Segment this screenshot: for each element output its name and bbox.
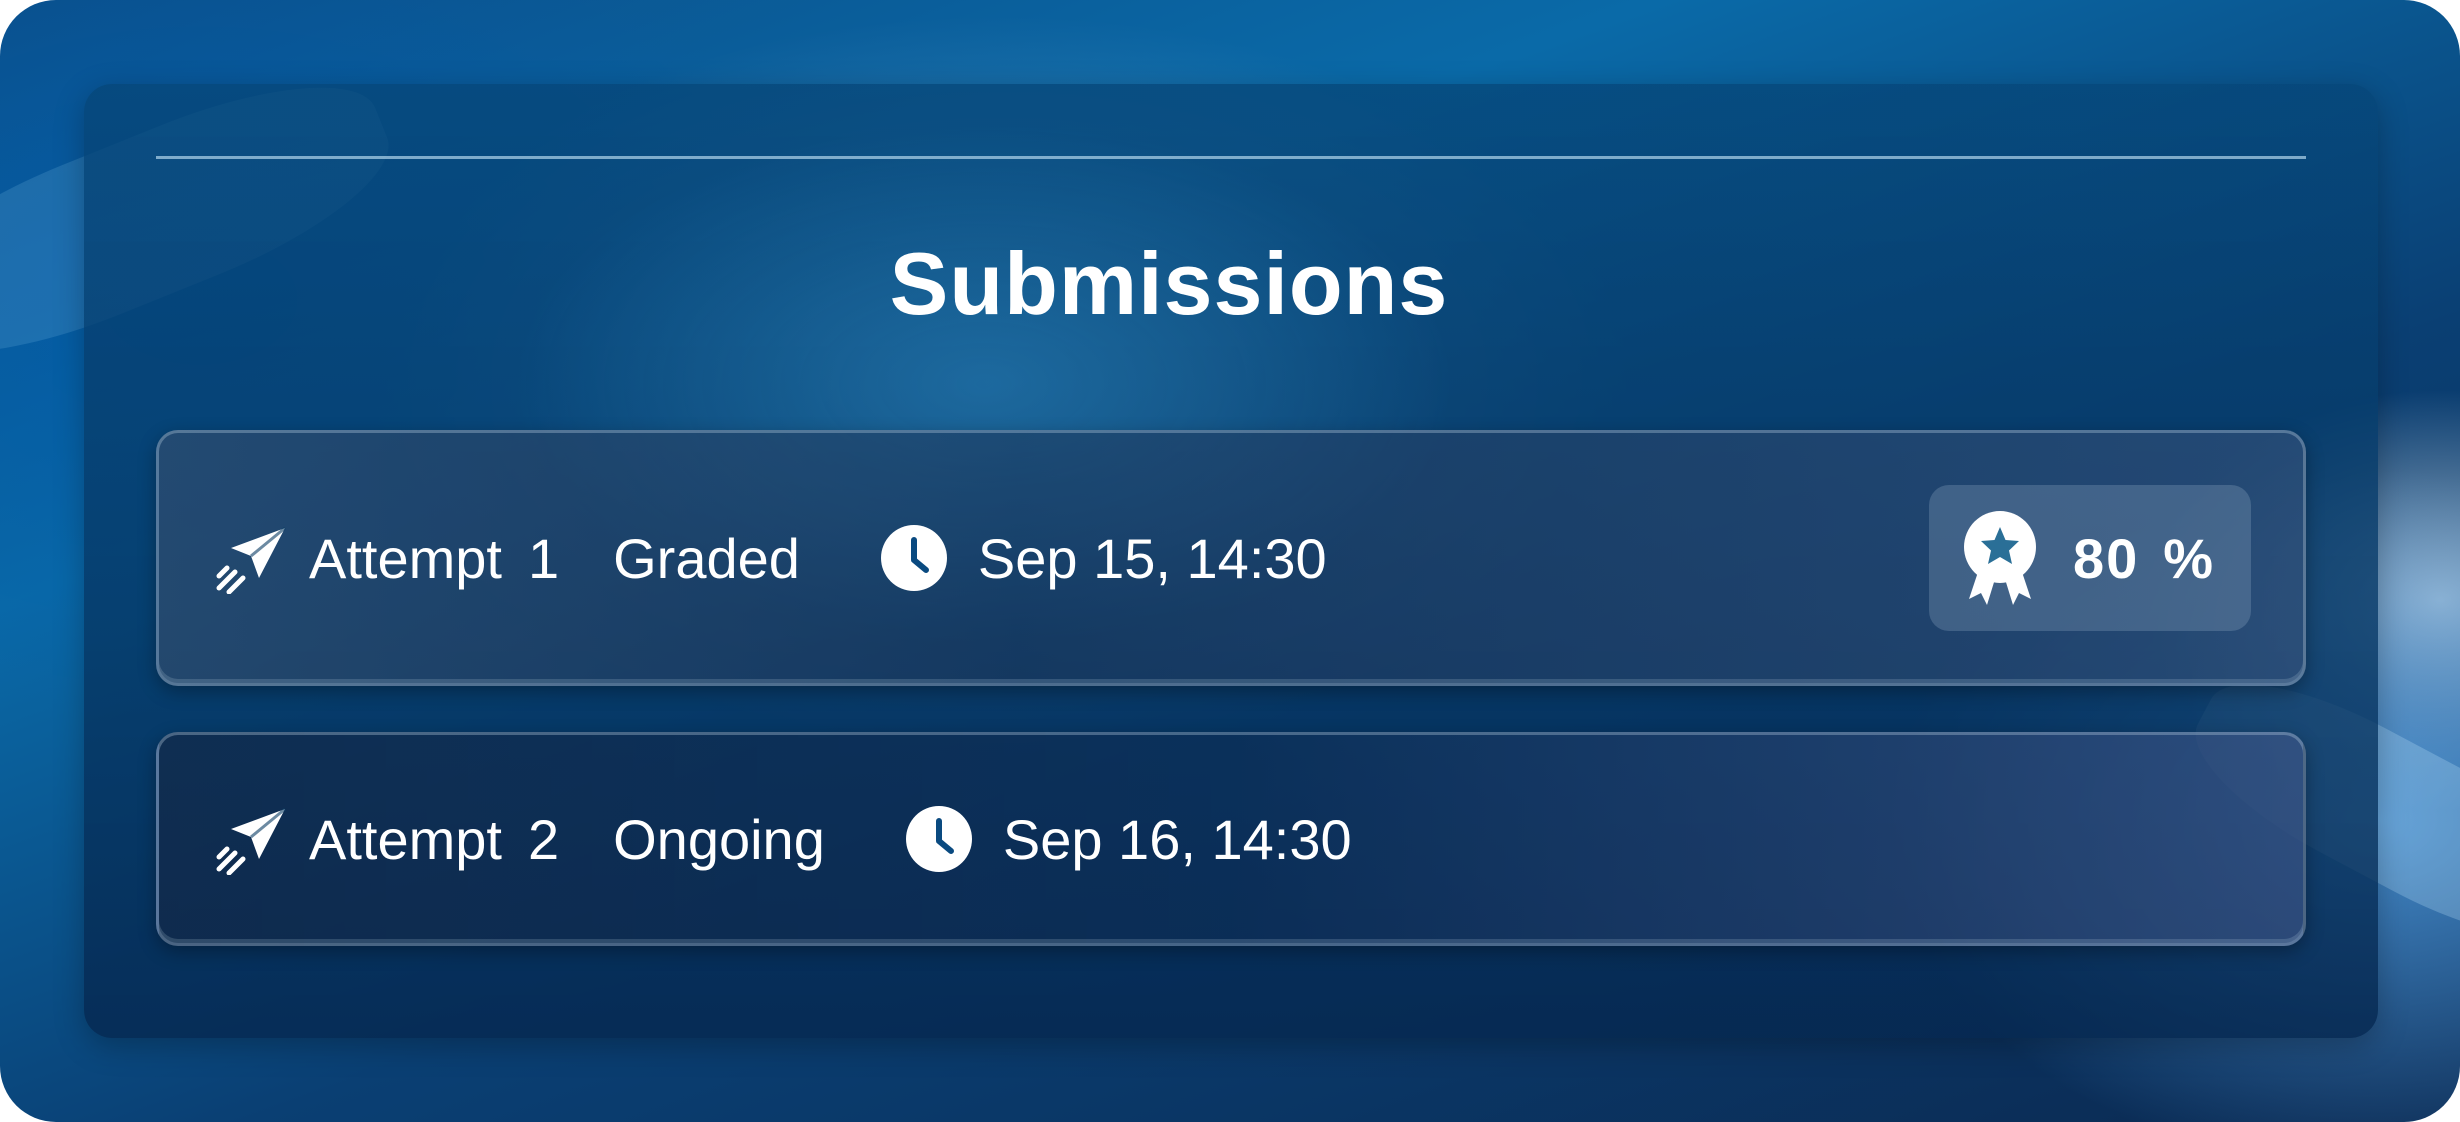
score-badge: 80%	[1929, 485, 2251, 631]
submission-timestamp: Sep 16, 14:30	[1002, 807, 1352, 871]
app-window: Submissions Attempt 1 Graded Sep 15, 14:…	[0, 0, 2460, 1122]
attempt-number: 1	[527, 526, 560, 590]
paper-plane-send-icon	[216, 526, 286, 594]
submissions-panel: Submissions Attempt 1 Graded Sep 15, 14:…	[84, 84, 2378, 1038]
attempt-label: Attempt	[309, 526, 502, 590]
page-title: Submissions	[84, 234, 2374, 334]
score-unit: %	[2163, 526, 2216, 590]
attempt-number: 2	[527, 807, 560, 871]
award-ribbon-icon	[1964, 511, 2036, 605]
divider	[156, 156, 2306, 159]
clock-icon	[905, 806, 972, 872]
status-text: Ongoing	[613, 807, 825, 871]
submission-row: Attempt 2 Ongoing Sep 16, 14:30	[159, 735, 2303, 943]
page-title-text: Submissions	[889, 234, 1449, 333]
clock-icon	[880, 525, 947, 591]
submission-card-2[interactable]: Attempt 2 Ongoing Sep 16, 14:30	[156, 732, 2306, 946]
paper-plane-send-icon	[216, 807, 286, 875]
status-text: Graded	[613, 526, 800, 590]
score-text: 80%	[2073, 526, 2215, 591]
attempt-label: Attempt	[309, 807, 502, 871]
score-value: 80	[2073, 526, 2140, 590]
submission-timestamp: Sep 15, 14:30	[977, 526, 1327, 590]
submission-card-1[interactable]: Attempt 1 Graded Sep 15, 14:30 80%	[156, 430, 2306, 686]
